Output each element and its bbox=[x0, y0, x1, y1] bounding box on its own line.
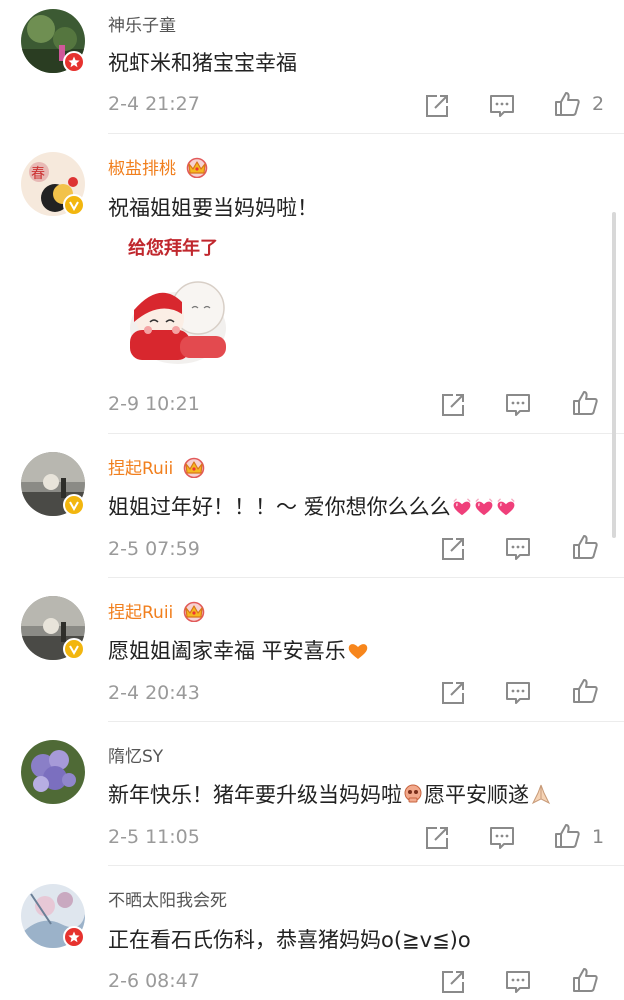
orange-heart-emoji-icon bbox=[348, 644, 367, 659]
vip-crown-icon bbox=[181, 600, 207, 622]
like-icon[interactable] bbox=[572, 534, 598, 560]
share-icon[interactable] bbox=[424, 825, 450, 851]
comment-text: 姐姐过年好！！！～ 爱你想你么么么 bbox=[108, 491, 517, 521]
comment-text-body: 姐姐过年好！！！～ 爱你想你么么么 bbox=[108, 495, 451, 519]
pray-emoji-icon bbox=[531, 784, 551, 805]
share-icon[interactable] bbox=[440, 969, 466, 995]
comment-text-tail: 愿平安顺遂 bbox=[424, 783, 529, 807]
share-icon[interactable] bbox=[440, 680, 466, 706]
sticker[interactable]: 给您拜年了 bbox=[120, 230, 240, 370]
avatar[interactable] bbox=[21, 9, 85, 73]
comment-icon[interactable] bbox=[505, 392, 531, 418]
timestamp: 2-9 10:21 bbox=[108, 393, 200, 415]
username-label: 椒盐排桃 bbox=[108, 159, 176, 179]
verified-v-icon bbox=[63, 494, 85, 516]
comment-text: 祝福姐姐要当妈妈啦！ bbox=[108, 196, 318, 220]
avatar[interactable] bbox=[21, 884, 85, 948]
comment-text: 新年快乐！猪年要升级当妈妈啦 愿平安顺遂 bbox=[108, 779, 553, 809]
username[interactable]: 椒盐排桃 bbox=[108, 154, 210, 179]
share-icon[interactable] bbox=[424, 93, 450, 119]
heart-emoji-icon bbox=[451, 497, 473, 517]
share-icon[interactable] bbox=[440, 536, 466, 562]
like-icon[interactable] bbox=[572, 967, 598, 993]
like-count: 2 bbox=[592, 93, 605, 115]
scrollbar[interactable] bbox=[612, 212, 616, 538]
skull-emoji-icon bbox=[404, 784, 422, 803]
timestamp: 2-5 11:05 bbox=[108, 826, 200, 848]
comment-icon[interactable] bbox=[505, 536, 531, 562]
timestamp: 2-4 20:43 bbox=[108, 682, 200, 704]
username[interactable]: 捏起Ruii bbox=[108, 598, 207, 623]
timestamp: 2-4 21:27 bbox=[108, 93, 200, 115]
avatar[interactable]: 春 bbox=[21, 152, 85, 216]
like-icon[interactable] bbox=[554, 91, 580, 117]
comment-text: 正在看石氏伤科，恭喜猪妈妈o(≧v≦)o bbox=[108, 928, 471, 952]
username[interactable]: 神乐子童 bbox=[108, 11, 176, 36]
comment-text-body: 愿姐姐阖家幸福 平安喜乐 bbox=[108, 639, 346, 663]
divider bbox=[108, 433, 624, 434]
username[interactable]: 不晒太阳我会死 bbox=[108, 886, 227, 911]
svg-text:春: 春 bbox=[31, 166, 45, 182]
like-count: 1 bbox=[592, 826, 605, 848]
comment-icon[interactable] bbox=[505, 969, 531, 995]
avatar[interactable] bbox=[21, 452, 85, 516]
divider bbox=[108, 577, 624, 578]
like-icon[interactable] bbox=[572, 678, 598, 704]
verified-star-icon bbox=[63, 926, 85, 948]
divider bbox=[108, 865, 624, 866]
divider bbox=[108, 721, 624, 722]
comment-icon[interactable] bbox=[489, 93, 515, 119]
verified-v-icon bbox=[63, 638, 85, 660]
verified-v-icon bbox=[63, 194, 85, 216]
comment-text: 愿姐姐阖家幸福 平安喜乐 bbox=[108, 635, 370, 665]
divider bbox=[108, 133, 624, 134]
like-icon[interactable] bbox=[554, 823, 580, 849]
timestamp: 2-5 07:59 bbox=[108, 538, 200, 560]
sticker-caption: 给您拜年了 bbox=[128, 237, 218, 259]
verified-star-icon bbox=[63, 51, 85, 73]
heart-emoji-icon bbox=[495, 497, 517, 517]
comment-icon[interactable] bbox=[505, 680, 531, 706]
avatar[interactable] bbox=[21, 740, 85, 804]
timestamp: 2-6 08:47 bbox=[108, 970, 200, 992]
share-icon[interactable] bbox=[440, 392, 466, 418]
username[interactable]: 隋忆SY bbox=[108, 742, 163, 767]
username-label: 捏起Ruii bbox=[108, 603, 174, 623]
username[interactable]: 捏起Ruii bbox=[108, 454, 207, 479]
like-icon[interactable] bbox=[572, 390, 598, 416]
heart-emoji-icon bbox=[473, 497, 495, 517]
avatar[interactable] bbox=[21, 596, 85, 660]
vip-crown-icon bbox=[181, 456, 207, 478]
comment-text-body: 新年快乐！猪年要升级当妈妈啦 bbox=[108, 783, 402, 807]
comment-icon[interactable] bbox=[489, 825, 515, 851]
comment-text: 祝虾米和猪宝宝幸福 bbox=[108, 51, 297, 75]
vip-crown-icon bbox=[184, 156, 210, 178]
username-label: 捏起Ruii bbox=[108, 459, 174, 479]
